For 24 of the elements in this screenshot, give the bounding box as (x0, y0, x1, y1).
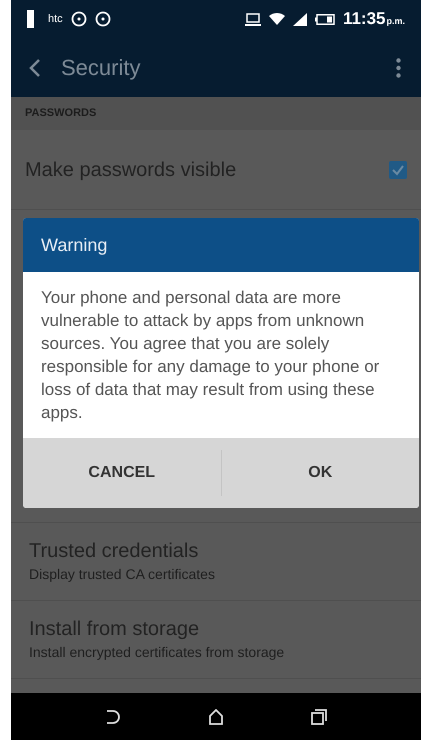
clock-time: 11:35 (342, 8, 386, 30)
dialog-button[interactable]: CANCEL (23, 438, 220, 508)
dialog-title: Warning (41, 234, 108, 257)
timer-icon (94, 11, 111, 27)
setting-title: Make passwords visible (25, 158, 238, 182)
checkbox[interactable] (389, 160, 407, 178)
signal-icon (292, 12, 307, 26)
setting-subtitle: Display trusted CA certificates (29, 565, 216, 584)
screen-title: Security (61, 54, 142, 82)
clock-period: p.m. (386, 15, 405, 28)
setting-title: Trusted credentials (29, 539, 200, 564)
dialog-button[interactable]: OK (222, 438, 419, 508)
more-options-icon[interactable] (396, 58, 401, 78)
battery-icon (314, 14, 335, 24)
wifi-icon (268, 12, 285, 26)
dialog-message: Your phone and personal data are more vulnerable to attack by apps from unknown sources. You agree that you are solely responsible for any damage to your phone or loss of data that may result from using these apps. (40, 287, 380, 424)
back-icon[interactable] (104, 710, 121, 724)
setting-title: Install from storage (29, 617, 200, 642)
timer-icon (70, 11, 87, 27)
home-icon[interactable] (208, 708, 224, 724)
setting-subtitle: Install encrypted certificates from storage (29, 643, 286, 662)
recent-apps-icon[interactable] (311, 708, 328, 724)
carrier-logo: htc (48, 12, 63, 27)
laptop-icon (244, 12, 261, 26)
